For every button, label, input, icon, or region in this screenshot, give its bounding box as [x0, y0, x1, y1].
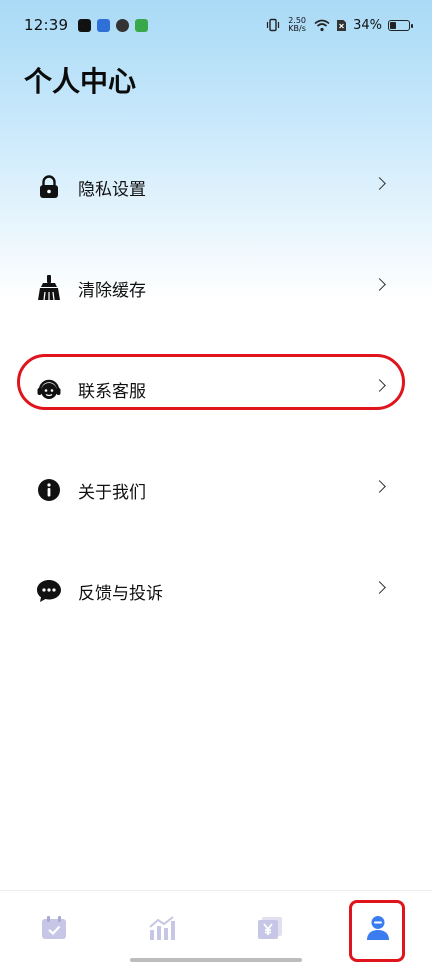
wifi-icon	[314, 19, 330, 31]
tiktok-notification-icon	[78, 18, 92, 32]
menu-item-label: 关于我们	[78, 482, 146, 503]
page-title: 个人中心	[24, 65, 137, 98]
battery-icon	[388, 19, 413, 31]
vibrate-icon	[266, 18, 280, 32]
network-speed: 2.50 KB/s	[286, 17, 308, 33]
menu-item-label: 反馈与投诉	[78, 583, 163, 604]
info-icon	[36, 477, 62, 503]
tab-statistics[interactable]	[108, 898, 216, 958]
network-speed-unit: KB/s	[288, 24, 306, 33]
status-time: 12:39	[24, 16, 69, 34]
battery-percent: 34%	[353, 17, 382, 33]
chevron-right-icon	[373, 177, 386, 190]
yuan-wallet-icon	[258, 916, 282, 939]
chevron-right-icon	[373, 480, 386, 493]
chevron-right-icon	[373, 278, 386, 291]
home-indicator	[130, 958, 302, 962]
status-left: 12:39	[24, 16, 149, 34]
menu-item-privacy[interactable]: 隐私设置	[0, 152, 432, 222]
annotation-highlight-contact	[17, 354, 405, 410]
green-app-notification-icon	[135, 18, 149, 32]
chevron-right-icon	[373, 581, 386, 594]
menu-item-label: 隐私设置	[78, 179, 146, 200]
lock-icon	[36, 174, 62, 200]
menu-item-label: 清除缓存	[78, 280, 146, 301]
no-sim-icon	[337, 19, 347, 31]
broom-icon	[36, 275, 62, 301]
bar-chart-icon	[149, 915, 175, 940]
menu-item-clear-cache[interactable]: 清除缓存	[0, 253, 432, 323]
status-bar: 12:39 2.50 KB/s 34%	[0, 0, 432, 50]
link-notification-icon	[116, 18, 130, 32]
status-right: 2.50 KB/s 34%	[266, 17, 413, 33]
chat-bubble-icon	[36, 578, 62, 604]
tab-calendar[interactable]	[0, 898, 108, 958]
annotation-highlight-profile-tab	[349, 900, 405, 962]
app-notification-icon	[97, 18, 111, 32]
menu-item-about-us[interactable]: 关于我们	[0, 455, 432, 525]
tab-wallet[interactable]	[216, 898, 324, 958]
menu-item-feedback[interactable]: 反馈与投诉	[0, 556, 432, 626]
battery-level	[390, 21, 397, 29]
calendar-check-icon	[42, 915, 66, 939]
